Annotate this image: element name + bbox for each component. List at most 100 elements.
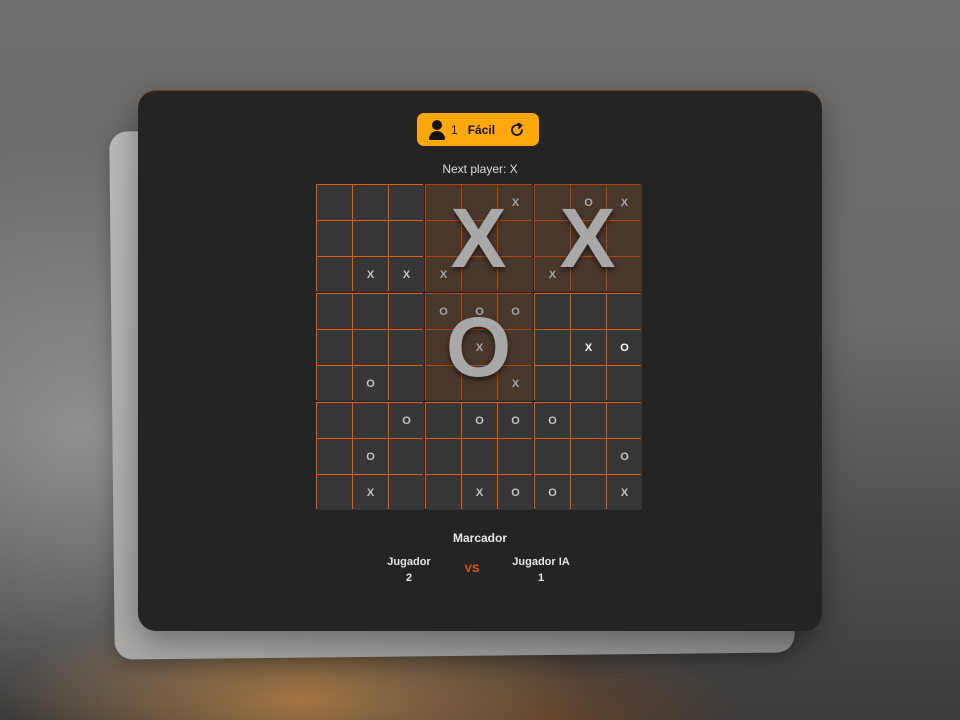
ai-score: Jugador IA 1 — [496, 554, 586, 586]
board-cell: X — [353, 475, 388, 510]
board-cell — [607, 221, 642, 256]
board-cell: O — [498, 403, 533, 438]
board-cell: X — [462, 475, 497, 510]
board-cell: O — [353, 439, 388, 474]
board-cell[interactable] — [317, 185, 352, 220]
board-cell[interactable] — [462, 439, 497, 474]
board-cell[interactable] — [317, 294, 352, 329]
board-cell[interactable] — [353, 294, 388, 329]
board-cell: O — [462, 294, 497, 329]
board-cell — [426, 221, 461, 256]
sub-board: XX — [316, 184, 424, 292]
sub-board: OOX — [316, 402, 424, 510]
board-cell: X — [607, 185, 642, 220]
board-cell[interactable] — [317, 257, 352, 292]
board-cell[interactable] — [317, 330, 352, 365]
board-cell[interactable] — [389, 185, 424, 220]
board-cell: X — [353, 257, 388, 292]
board-cell[interactable] — [317, 475, 352, 510]
ai-label: Jugador IA — [512, 556, 570, 568]
board-cell[interactable] — [353, 185, 388, 220]
board-cell — [462, 366, 497, 401]
board-cell[interactable] — [426, 439, 461, 474]
board-cell[interactable] — [353, 403, 388, 438]
board-cell[interactable] — [317, 439, 352, 474]
board-cell: O — [535, 475, 570, 510]
board-cell: O — [426, 294, 461, 329]
board-cell[interactable] — [317, 366, 352, 401]
board-cell[interactable] — [317, 221, 352, 256]
scoreboard-title: Marcador — [452, 531, 508, 545]
board-cell — [462, 185, 497, 220]
board-cell — [498, 257, 533, 292]
board-cell — [426, 185, 461, 220]
board-cell[interactable] — [389, 439, 424, 474]
sub-board: XO — [534, 293, 642, 401]
board-cell[interactable] — [389, 475, 424, 510]
board-cell: O — [353, 366, 388, 401]
board-cell[interactable] — [426, 475, 461, 510]
board-cell[interactable] — [607, 294, 642, 329]
board-cell[interactable] — [389, 330, 424, 365]
board-cell: O — [535, 403, 570, 438]
board-cell: O — [571, 185, 606, 220]
restart-button[interactable] — [509, 122, 525, 138]
board-cell[interactable] — [571, 403, 606, 438]
board-cell — [498, 330, 533, 365]
board-cell[interactable] — [571, 366, 606, 401]
board-cell[interactable] — [607, 366, 642, 401]
sub-board: XXX — [425, 184, 533, 292]
board-cell[interactable] — [498, 439, 533, 474]
board-cell: X — [498, 366, 533, 401]
board-cell[interactable] — [607, 403, 642, 438]
board-cell: O — [462, 403, 497, 438]
board-cell[interactable] — [535, 366, 570, 401]
board-cell: X — [389, 257, 424, 292]
ai-score-value: 1 — [537, 572, 545, 584]
vs-label: VS — [464, 563, 480, 575]
status-text: Next player: X — [442, 162, 518, 176]
board-cell[interactable] — [571, 294, 606, 329]
board-cell[interactable] — [426, 403, 461, 438]
board-cell[interactable] — [535, 439, 570, 474]
board-cell — [462, 257, 497, 292]
board-cell: O — [607, 330, 642, 365]
game-controls-bar: 1 Fácil — [417, 113, 539, 146]
board-cell: O — [607, 439, 642, 474]
board-cell — [607, 257, 642, 292]
board-cell — [535, 185, 570, 220]
player-label: Jugador — [387, 556, 431, 568]
sub-board: OOXO — [425, 402, 533, 510]
board-cell: O — [389, 403, 424, 438]
game-board: XXXXXOXXXOOOOXXOXOOOXOOXOOOOX — [316, 184, 642, 510]
difficulty-selector[interactable]: Fácil — [468, 123, 495, 137]
board-cell: X — [426, 257, 461, 292]
user-icon — [428, 119, 446, 140]
board-cell[interactable] — [571, 439, 606, 474]
board-cell[interactable] — [389, 366, 424, 401]
player-score: Jugador 2 — [364, 554, 454, 586]
board-cell — [535, 221, 570, 256]
board-cell — [498, 221, 533, 256]
refresh-icon — [511, 122, 523, 136]
board-cell[interactable] — [353, 330, 388, 365]
board-cell — [462, 221, 497, 256]
board-cell[interactable] — [317, 403, 352, 438]
board-cell[interactable] — [353, 221, 388, 256]
board-cell[interactable] — [389, 221, 424, 256]
player-count: 1 — [451, 122, 458, 137]
sub-board: OXXX — [534, 184, 642, 292]
board-cell[interactable] — [571, 475, 606, 510]
board-cell: X — [571, 330, 606, 365]
board-cell — [571, 221, 606, 256]
board-cell[interactable] — [389, 294, 424, 329]
board-cell — [571, 257, 606, 292]
board-cell[interactable] — [535, 330, 570, 365]
board-cell: O — [498, 294, 533, 329]
board-cell: X — [498, 185, 533, 220]
board-cell[interactable] — [535, 294, 570, 329]
sub-board: OOOXXO — [425, 293, 533, 401]
board-cell: X — [535, 257, 570, 292]
sub-board: OOOX — [534, 402, 642, 510]
board-cell — [426, 330, 461, 365]
